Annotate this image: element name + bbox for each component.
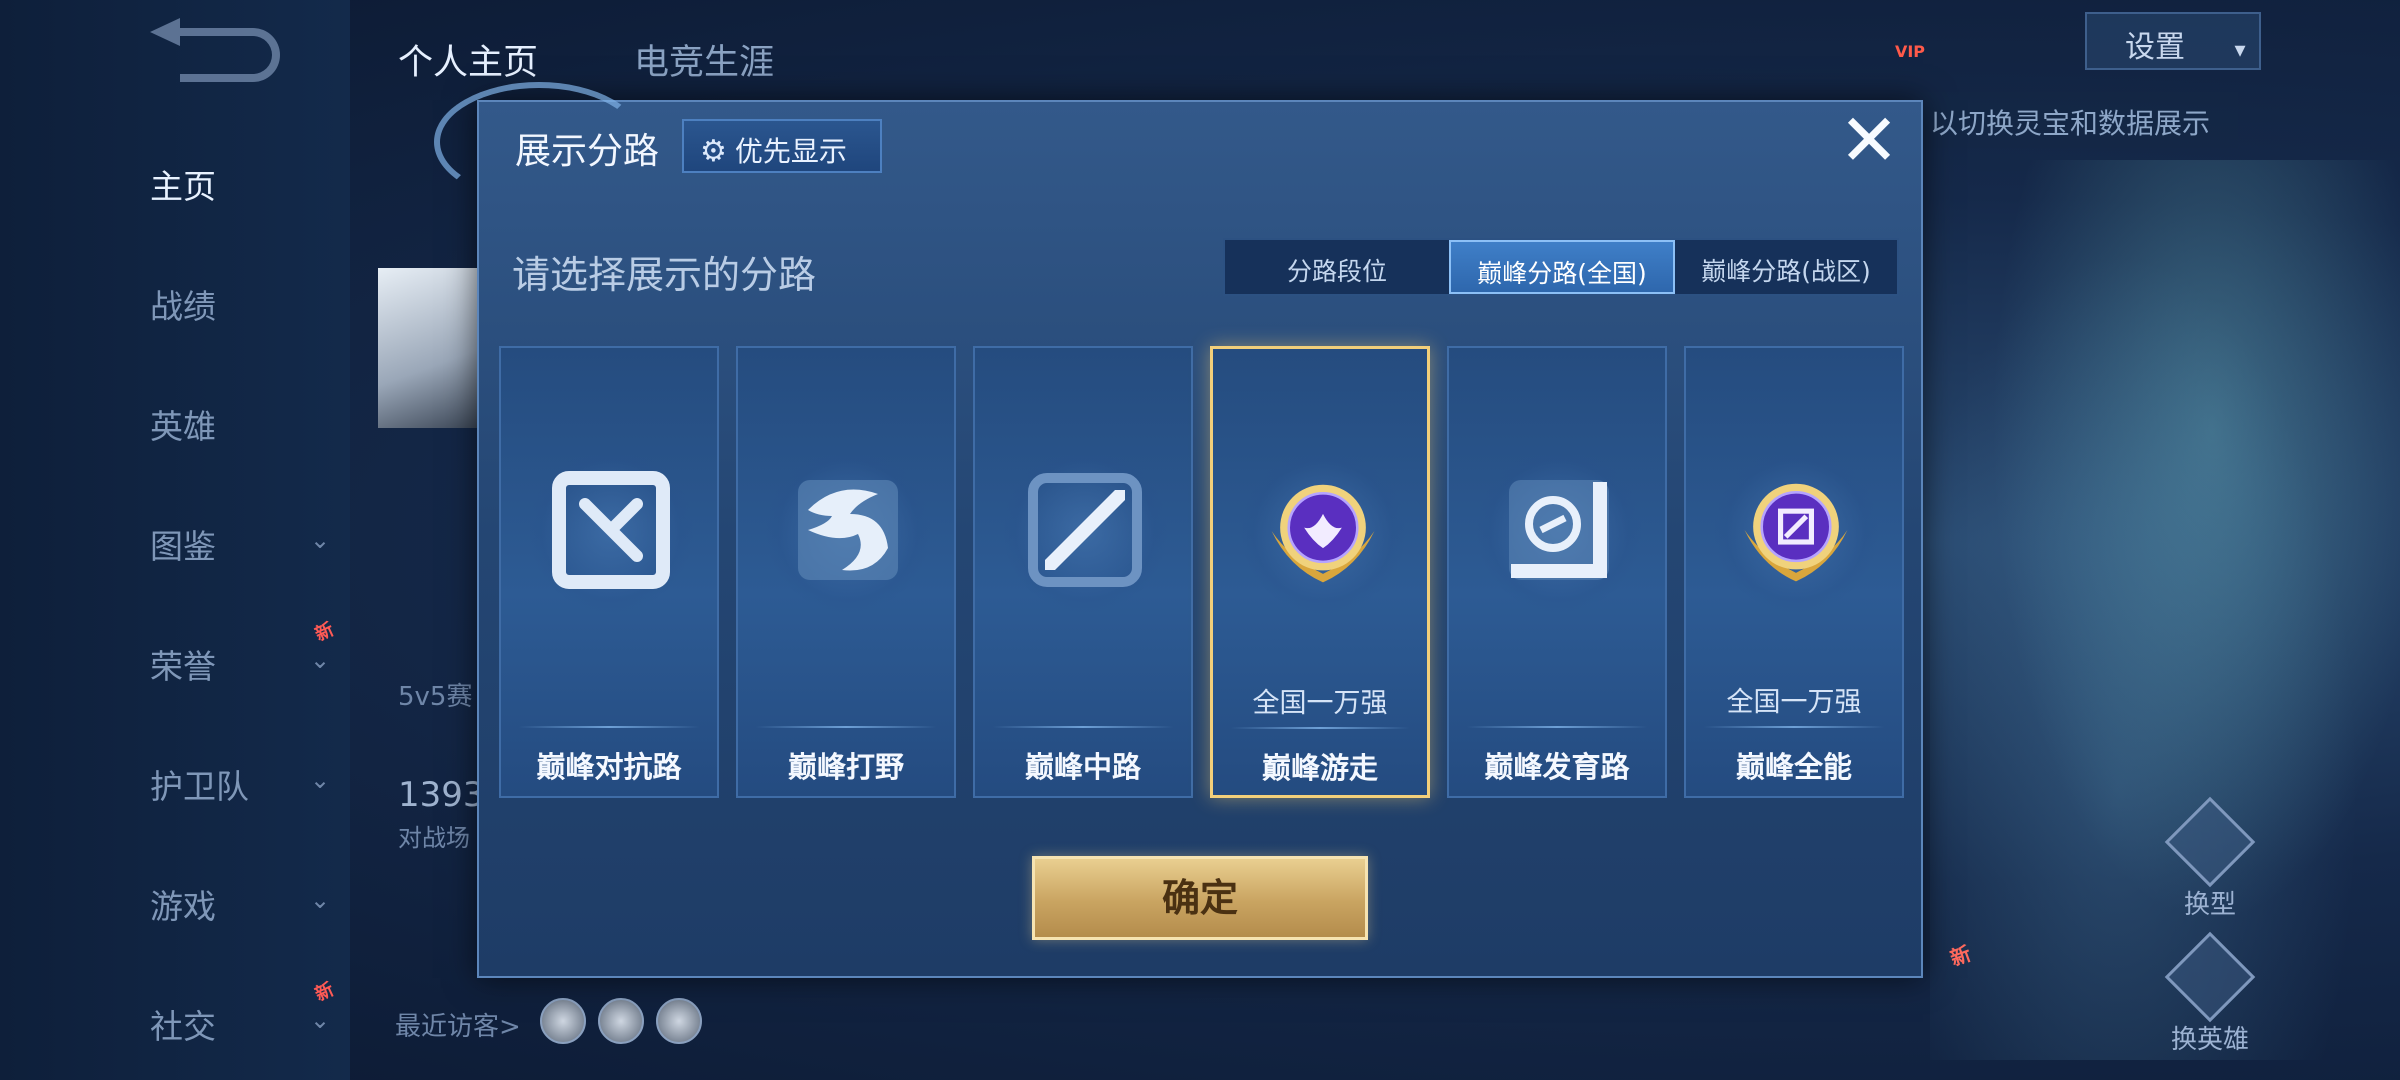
change-hero-button[interactable]: 换英雄 <box>2150 931 2270 1056</box>
chevron-down-icon: ⌄ <box>310 1006 331 1034</box>
visitor-avatar[interactable] <box>656 998 702 1044</box>
allround-gold-badge-icon <box>1736 470 1856 590</box>
confirm-button[interactable]: 确定 <box>1032 856 1368 940</box>
priority-label: 优先显示 <box>734 135 847 168</box>
card-divider <box>1467 726 1647 728</box>
hero-background-art <box>1930 160 2400 1060</box>
score-number: 1393 <box>398 775 485 815</box>
sidebar-item[interactable]: 社交 ⌄ 新 <box>150 979 340 1048</box>
dialog-subtitle: 请选择展示的分路 <box>512 253 817 297</box>
lane-card-list: 巅峰对抗路 巅峰打野 巅峰中路 全国一万强 巅峰游走 巅峰发育路 全国一万强 巅… <box>499 346 1909 798</box>
farm-lane-icon <box>1499 470 1619 590</box>
tab-lane-rank[interactable]: 分路段位 <box>1225 240 1449 294</box>
sidebar: 主页 战绩 英雄 图鉴 ⌄ 荣誉 ⌄ 新护卫队 ⌄ 游戏 ⌄ 社交 ⌄ 新 <box>0 0 350 1080</box>
lane-card-farm[interactable]: 巅峰发育路 <box>1447 346 1667 798</box>
recent-visitors-link[interactable]: 最近访客> <box>395 1006 521 1043</box>
tab-peak-lane-region[interactable]: 巅峰分路(战区) <box>1675 240 1897 294</box>
lane-type-switcher: 分路段位 巅峰分路(全国) 巅峰分路(战区) <box>1223 238 1899 296</box>
sidebar-item[interactable]: 荣誉 ⌄ 新 <box>150 619 340 688</box>
sidebar-item[interactable]: 主页 <box>150 160 340 208</box>
side-button-label: 换英雄 <box>2170 1025 2249 1055</box>
sidebar-item-label: 主页 <box>150 167 216 206</box>
sidebar-item[interactable]: 护卫队 ⌄ <box>150 760 340 808</box>
back-arrow-icon[interactable] <box>150 18 280 82</box>
card-divider <box>993 726 1173 728</box>
tab-peak-lane-national[interactable]: 巅峰分路(全国) <box>1449 240 1675 294</box>
chevron-down-icon: ⌄ <box>310 886 331 914</box>
mid-lane-icon <box>1025 470 1145 590</box>
card-label: 巅峰对抗路 <box>536 750 682 784</box>
rank-text: 全国一万强 <box>1726 687 1862 718</box>
jungle-dragon-icon <box>788 470 908 590</box>
sidebar-item[interactable]: 图鉴 ⌄ <box>150 520 340 568</box>
figure-icon <box>2164 796 2256 888</box>
priority-display-button[interactable]: ⚙ 优先显示 <box>682 119 882 173</box>
sidebar-item[interactable]: 游戏 ⌄ <box>150 880 340 928</box>
visitor-avatar[interactable] <box>540 998 586 1044</box>
lane-card-clash[interactable]: 巅峰对抗路 <box>499 346 719 798</box>
lane-card-roam[interactable]: 全国一万强 巅峰游走 <box>1210 346 1430 798</box>
gear-icon: ⚙ <box>700 134 727 169</box>
card-label: 巅峰中路 <box>1024 750 1141 784</box>
lane-card-allround[interactable]: 全国一万强 巅峰全能 <box>1684 346 1904 798</box>
sidebar-item-label: 图鉴 <box>150 527 216 566</box>
sidebar-item-label: 社交 <box>150 1007 216 1046</box>
sidebar-item[interactable]: 英雄 <box>150 400 340 448</box>
lane-card-mid[interactable]: 巅峰中路 <box>973 346 1193 798</box>
card-label: 巅峰发育路 <box>1484 750 1630 784</box>
mode-text: 5v5赛 <box>398 682 473 712</box>
profile-avatar[interactable] <box>378 268 478 428</box>
vip-badge[interactable]: VIP <box>1890 12 1930 62</box>
card-label: 巅峰打野 <box>787 750 904 784</box>
sidebar-item-label: 荣誉 <box>150 647 216 686</box>
settings-button[interactable]: 设置 ▾ <box>2085 12 2261 70</box>
sidebar-item-label: 英雄 <box>150 407 216 446</box>
clash-lane-icon <box>551 470 671 590</box>
close-icon: ✕ <box>1838 98 1900 182</box>
hero-icon <box>2164 931 2256 1023</box>
show-lane-dialog: 展示分路 ⚙ 优先显示 ✕ 请选择展示的分路 分路段位 巅峰分路(全国) 巅峰分路… <box>434 82 1923 978</box>
side-button-label: 换型 <box>2183 890 2236 920</box>
chevron-down-icon: ⌄ <box>310 766 331 794</box>
chevron-down-icon: ⌄ <box>310 646 331 674</box>
chevron-down-icon: ▾ <box>2234 38 2246 63</box>
sidebar-item[interactable]: 战绩 <box>150 280 340 328</box>
tab-esports-career[interactable]: 电竞生涯 <box>634 34 774 85</box>
card-divider <box>519 726 699 728</box>
card-label: 巅峰游走 <box>1261 751 1378 785</box>
dialog-title: 展示分路 <box>515 131 660 172</box>
card-divider <box>1704 726 1884 728</box>
tab-personal-home[interactable]: 个人主页 <box>398 34 538 85</box>
sidebar-item-label: 游戏 <box>150 887 216 926</box>
chevron-down-icon: ⌄ <box>310 526 331 554</box>
sidebar-item-label: 战绩 <box>150 287 216 326</box>
close-button[interactable]: ✕ <box>1834 104 1904 177</box>
sidebar-item-label: 护卫队 <box>150 767 249 806</box>
visitor-avatar[interactable] <box>598 998 644 1044</box>
settings-label: 设置 <box>2125 30 2185 65</box>
change-model-button[interactable]: 换型 <box>2150 796 2270 921</box>
card-label: 巅峰全能 <box>1735 750 1852 784</box>
roam-gold-badge-icon <box>1263 471 1383 591</box>
score-caption: 对战场 <box>398 824 470 852</box>
rank-text: 全国一万强 <box>1252 688 1388 719</box>
new-badge: 新 <box>312 979 338 1006</box>
card-divider <box>756 726 936 728</box>
lane-card-jungle[interactable]: 巅峰打野 <box>736 346 956 798</box>
card-divider <box>1231 727 1409 729</box>
hint-text: 以切换灵宝和数据展示 <box>1920 92 2238 148</box>
new-badge: 新 <box>312 619 338 646</box>
